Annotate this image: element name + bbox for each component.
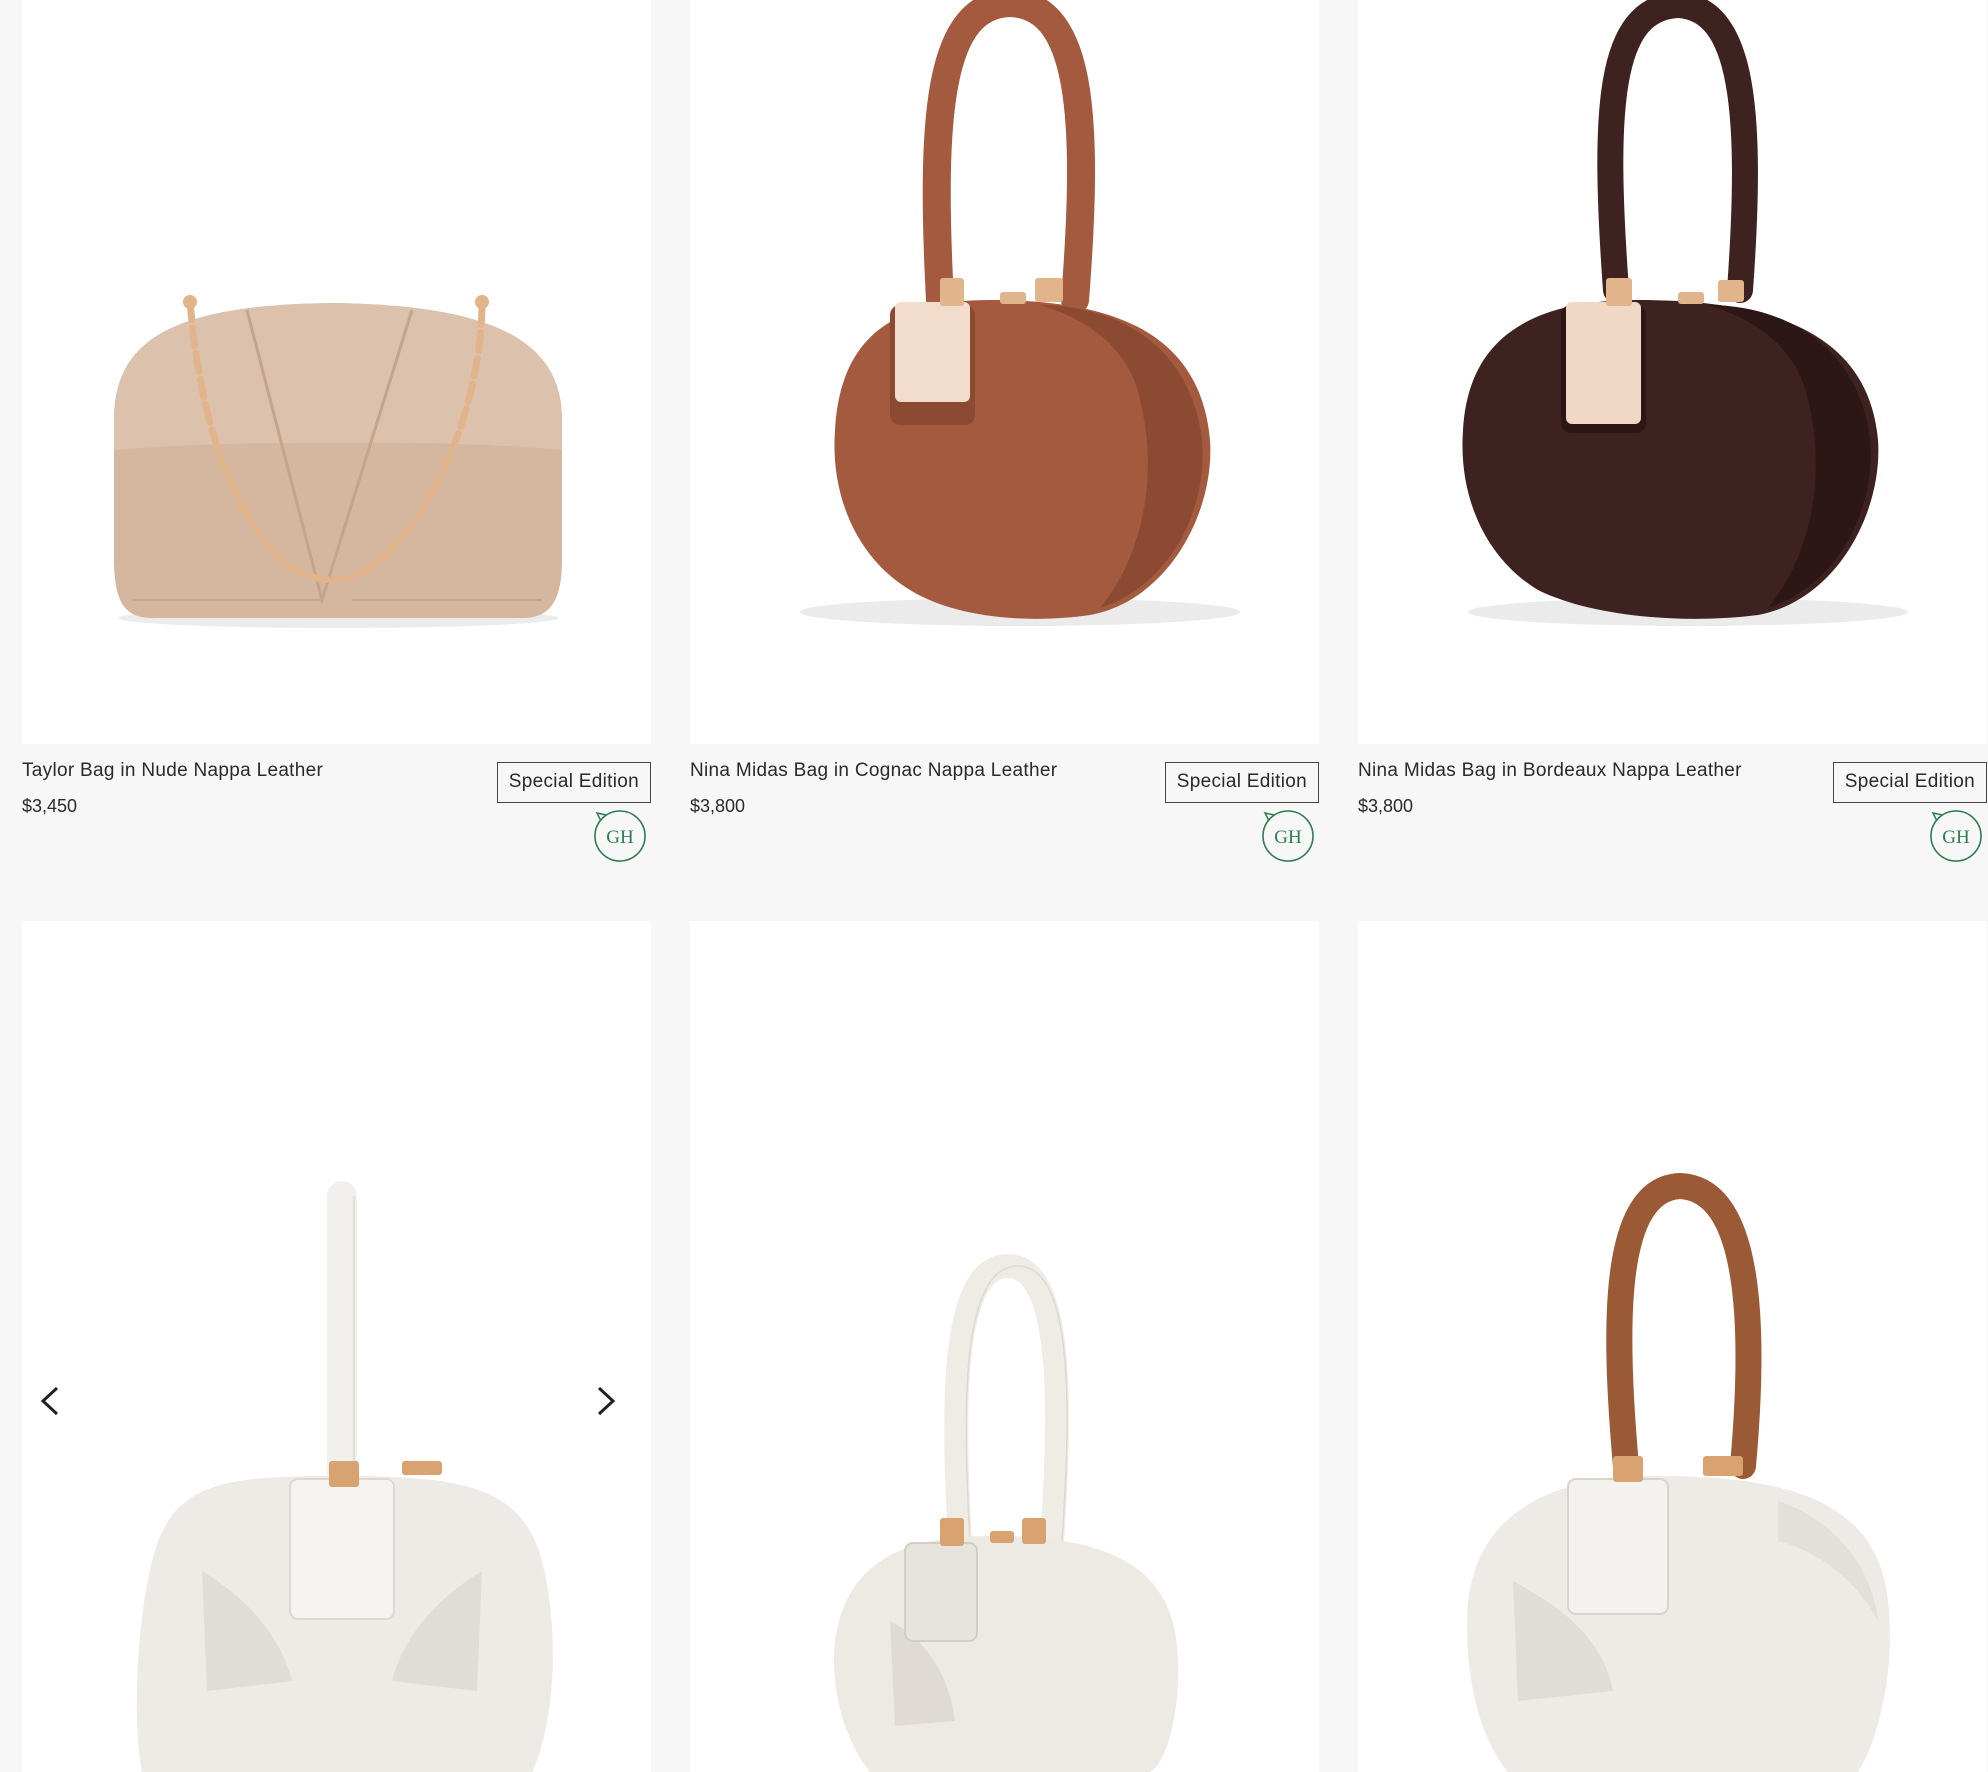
special-edition-badge: Special Edition [496,762,651,803]
product-image[interactable] [1358,0,1987,744]
special-edition-badge: Special Edition [1832,762,1987,803]
product-image[interactable] [690,921,1319,1772]
product-name[interactable]: Nina Midas Bag in Cognac Nappa Leather [690,760,1057,782]
bordeaux-nina-bag-illustration [1462,0,1908,626]
product-image[interactable] [690,0,1319,744]
product-price: $3,800 [690,796,746,816]
logo-text: GH [1274,827,1302,848]
product-name[interactable]: Taylor Bag in Nude Nappa Leather [22,760,323,782]
chevron-left-icon [40,1386,59,1416]
ivory-nina-bag-illustration [834,1253,1179,1772]
white-bag-brown-handle-illustration [1467,1172,1890,1772]
product-info: Nina Midas Bag in Bordeaux Nappa Leather… [1358,744,1987,874]
logo-text: GH [1942,827,1970,848]
product-name[interactable]: Nina Midas Bag in Bordeaux Nappa Leather [1358,760,1742,782]
chevron-right-icon [597,1386,616,1416]
cognac-nina-bag-illustration [800,0,1240,626]
product-info: Nina Midas Bag in Cognac Nappa Leather $… [690,744,1319,874]
carousel-prev-button[interactable] [30,1376,70,1426]
gh-recycle-logo-icon: GH [594,810,646,862]
product-image[interactable] [1358,921,1987,1772]
carousel-next-button[interactable] [586,1376,626,1426]
product-image[interactable] [22,0,651,744]
product-info: Taylor Bag in Nude Nappa Leather $3,450 … [22,744,651,874]
logo-text: GH [606,827,634,848]
special-edition-badge: Special Edition [1164,762,1319,803]
white-nina-bag-illustration [136,1181,553,1772]
gh-recycle-logo-icon: GH [1262,810,1314,862]
product-image[interactable] [22,921,651,1772]
product-price: $3,800 [1358,796,1414,816]
nude-taylor-bag-illustration [114,295,562,628]
gh-recycle-logo-icon: GH [1930,810,1982,862]
product-price: $3,450 [22,796,78,816]
